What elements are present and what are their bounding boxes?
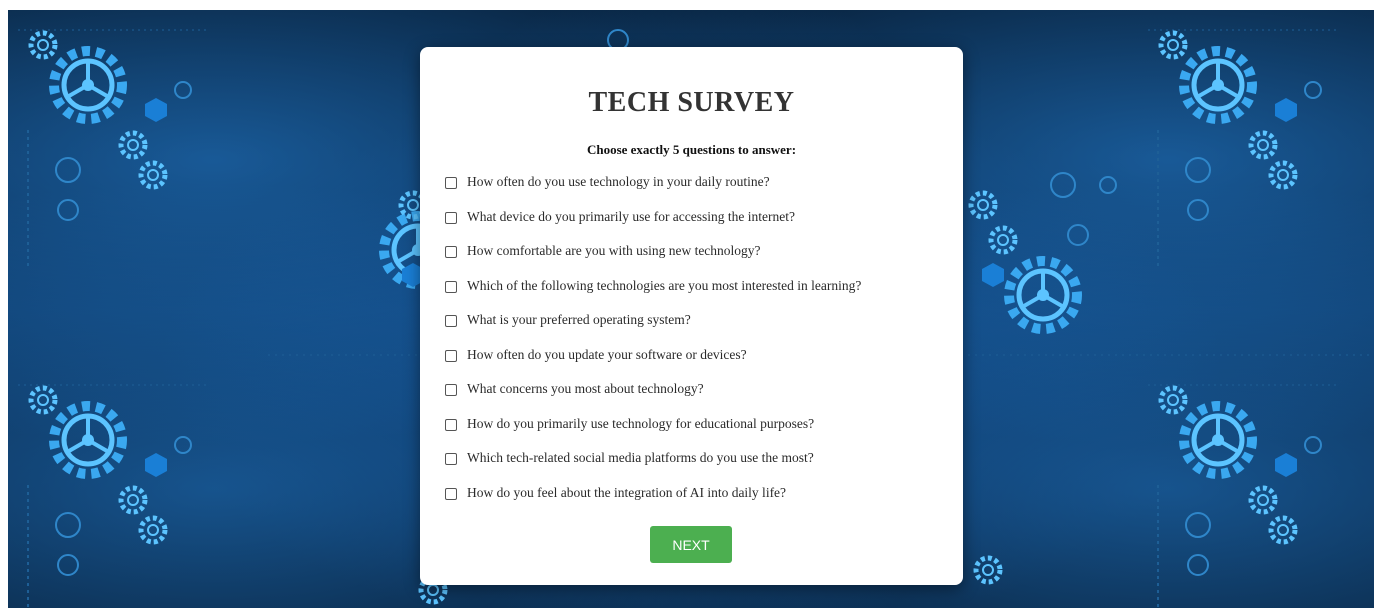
survey-card: TECH SURVEY Choose exactly 5 questions t… [420, 47, 963, 585]
survey-title: TECH SURVEY [588, 87, 795, 118]
question-checkbox[interactable] [445, 453, 457, 465]
question-label[interactable]: How comfortable are you with using new t… [467, 243, 761, 259]
question-label[interactable]: Which tech-related social media platform… [467, 450, 814, 466]
question-label[interactable]: How do you feel about the integration of… [467, 485, 786, 501]
question-label[interactable]: Which of the following technologies are … [467, 278, 861, 294]
survey-instruction: Choose exactly 5 questions to answer: [586, 142, 797, 157]
question-checkbox[interactable] [445, 487, 457, 500]
question-checkbox[interactable] [445, 177, 457, 189]
question-item[interactable]: What concerns you most about technology? [445, 381, 960, 416]
question-label[interactable]: What is your preferred operating system? [467, 312, 691, 328]
question-item[interactable]: What device do you primarily use for acc… [445, 209, 960, 244]
question-checkbox[interactable] [445, 315, 457, 327]
question-label[interactable]: How often do you use technology in your … [467, 174, 770, 190]
question-label[interactable]: What device do you primarily use for acc… [467, 209, 795, 225]
question-checkbox[interactable] [445, 418, 457, 431]
question-item[interactable]: How do you feel about the integration of… [445, 485, 960, 520]
question-item[interactable]: Which tech-related social media platform… [445, 450, 960, 485]
question-item[interactable]: How comfortable are you with using new t… [445, 243, 960, 278]
question-label[interactable]: What concerns you most about technology? [467, 381, 704, 397]
question-list: How often do you use technology in your … [445, 174, 960, 519]
next-button[interactable]: NEXT [650, 526, 732, 563]
question-item[interactable]: What is your preferred operating system? [445, 312, 960, 347]
question-item[interactable]: Which of the following technologies are … [445, 278, 960, 313]
question-checkbox[interactable] [445, 384, 457, 396]
question-checkbox[interactable] [445, 349, 457, 362]
question-item[interactable]: How do you primarily use technology for … [445, 416, 960, 451]
question-checkbox[interactable] [445, 246, 457, 258]
question-checkbox[interactable] [445, 211, 457, 224]
question-item[interactable]: How often do you use technology in your … [445, 174, 960, 209]
tech-background: TECH SURVEY Choose exactly 5 questions t… [8, 10, 1374, 608]
question-checkbox[interactable] [445, 280, 457, 293]
question-label[interactable]: How often do you update your software or… [467, 347, 747, 363]
question-label[interactable]: How do you primarily use technology for … [467, 416, 814, 432]
question-item[interactable]: How often do you update your software or… [445, 347, 960, 382]
